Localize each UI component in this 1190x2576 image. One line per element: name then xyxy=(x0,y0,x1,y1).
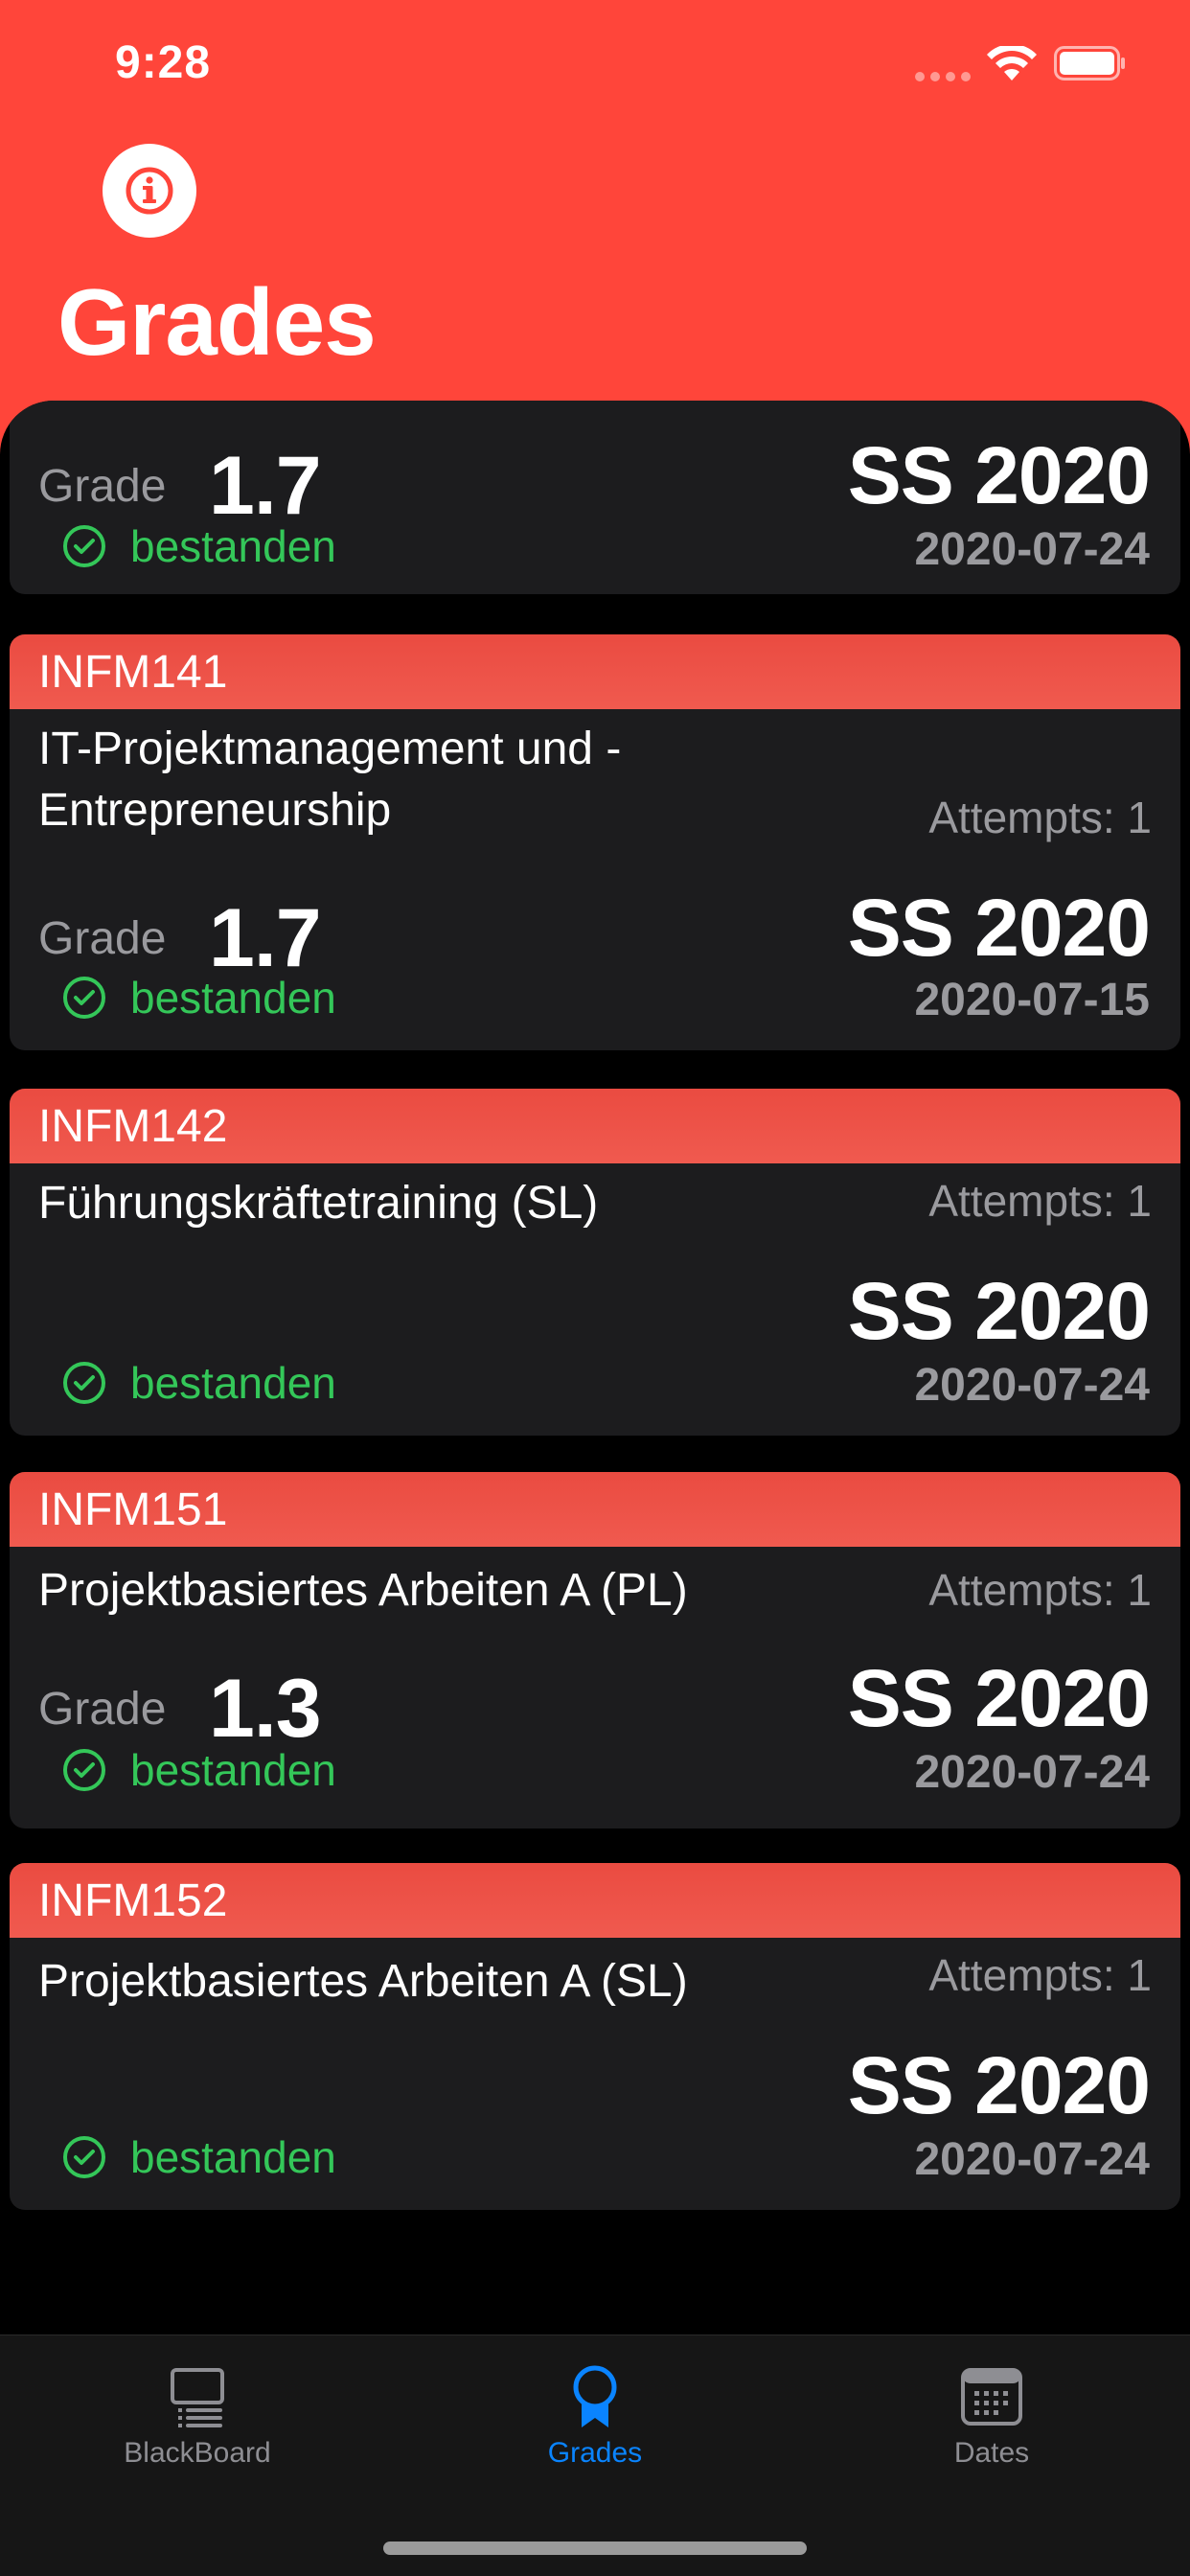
checkmark-circle-icon xyxy=(63,977,105,1019)
battery-icon xyxy=(1054,46,1125,80)
grades-screen: 9:28 Grades Grade 1.7 SS 2020 bestanden … xyxy=(0,0,1190,2576)
tab-grades[interactable]: Grades xyxy=(480,2362,710,2470)
status-text: bestanden xyxy=(130,521,336,571)
grade-card[interactable]: INFM151 Projektbasiertes Arbeiten A (PL)… xyxy=(10,1472,1180,1828)
info-button[interactable] xyxy=(103,144,196,238)
award-ribbon-icon xyxy=(573,2365,617,2427)
exam-date: 2020-07-24 xyxy=(914,1747,1150,1798)
card-header: INFM152 xyxy=(10,1863,1180,1938)
course-title: IT-Projektmanagement und -Entrepreneursh… xyxy=(38,724,622,836)
status-passed: bestanden xyxy=(61,1357,336,1409)
status-passed: bestanden xyxy=(61,972,336,1024)
semester: SS 2020 xyxy=(847,883,1151,973)
course-code: INFM151 xyxy=(38,1484,228,1535)
checkmark-circle-icon xyxy=(63,1749,105,1791)
exam-date: 2020-07-24 xyxy=(914,2134,1150,2185)
page-title: Grades xyxy=(57,269,377,375)
status-passed: bestanden xyxy=(61,1744,336,1796)
checkmark-circle-icon xyxy=(63,2136,105,2178)
tab-label: BlackBoard xyxy=(124,2437,271,2469)
wifi-icon xyxy=(987,46,1037,80)
attempts: Attempts: 1 xyxy=(928,1950,1152,2000)
card-header: INFM151 xyxy=(10,1472,1180,1547)
info-circle-icon xyxy=(126,167,173,215)
tab-bar: BlackBoard Grades Dates xyxy=(0,2334,1190,2576)
home-indicator[interactable] xyxy=(383,2542,807,2555)
course-title: Führungskräftetraining (SL) xyxy=(38,1178,599,1229)
card-header: INFM141 xyxy=(10,634,1180,709)
status-text: bestanden xyxy=(130,1745,336,1795)
status-text: bestanden xyxy=(130,1358,336,1408)
card-header: INFM142 xyxy=(10,1089,1180,1163)
grade-value: 1.3 xyxy=(209,1663,322,1755)
exam-date: 2020-07-24 xyxy=(914,524,1150,575)
semester: SS 2020 xyxy=(847,430,1151,520)
grade-card[interactable]: INFM152 Projektbasiertes Arbeiten A (SL)… xyxy=(10,1863,1180,2210)
course-code: INFM152 xyxy=(38,1875,228,1926)
grade-label: Grade xyxy=(38,913,167,964)
grade-card[interactable]: INFM141 IT-Projektmanagement und -Entrep… xyxy=(10,634,1180,1050)
semester: SS 2020 xyxy=(847,1266,1151,1356)
status-text: bestanden xyxy=(130,973,336,1023)
tab-dates[interactable]: Dates xyxy=(877,2362,1107,2470)
calendar-icon xyxy=(961,2368,1022,2426)
status-bar-time: 9:28 xyxy=(115,37,212,88)
course-title: Projektbasiertes Arbeiten A (PL) xyxy=(38,1565,688,1616)
status-passed: bestanden xyxy=(61,520,336,572)
grade-label: Grade xyxy=(38,461,167,512)
semester: SS 2020 xyxy=(847,1653,1151,1743)
cellular-signal-icon xyxy=(915,72,971,81)
header: 9:28 Grades xyxy=(0,0,1190,460)
course-title: Projektbasiertes Arbeiten A (SL) xyxy=(38,1956,688,2007)
course-code: INFM142 xyxy=(38,1101,228,1152)
attempts: Attempts: 1 xyxy=(928,1565,1152,1615)
tab-label: Grades xyxy=(547,2437,643,2469)
grade-card[interactable]: Grade 1.7 SS 2020 bestanden 2020-07-24 xyxy=(10,401,1180,594)
course-code: INFM141 xyxy=(38,647,228,698)
blackboard-icon xyxy=(171,2368,224,2427)
tab-blackboard[interactable]: BlackBoard xyxy=(82,2362,312,2470)
grade-label: Grade xyxy=(38,1684,167,1735)
grades-list[interactable]: Grade 1.7 SS 2020 bestanden 2020-07-24 I… xyxy=(0,401,1190,2334)
exam-date: 2020-07-15 xyxy=(914,975,1150,1025)
attempts: Attempts: 1 xyxy=(928,793,1152,842)
grade-card[interactable]: INFM142 Führungskräftetraining (SL) Atte… xyxy=(10,1089,1180,1436)
status-passed: bestanden xyxy=(61,2131,336,2183)
tab-label: Dates xyxy=(953,2437,1030,2469)
exam-date: 2020-07-24 xyxy=(914,1360,1150,1411)
checkmark-circle-icon xyxy=(63,525,105,567)
status-text: bestanden xyxy=(130,2132,336,2182)
checkmark-circle-icon xyxy=(63,1362,105,1404)
attempts: Attempts: 1 xyxy=(928,1176,1152,1226)
semester: SS 2020 xyxy=(847,2040,1151,2130)
